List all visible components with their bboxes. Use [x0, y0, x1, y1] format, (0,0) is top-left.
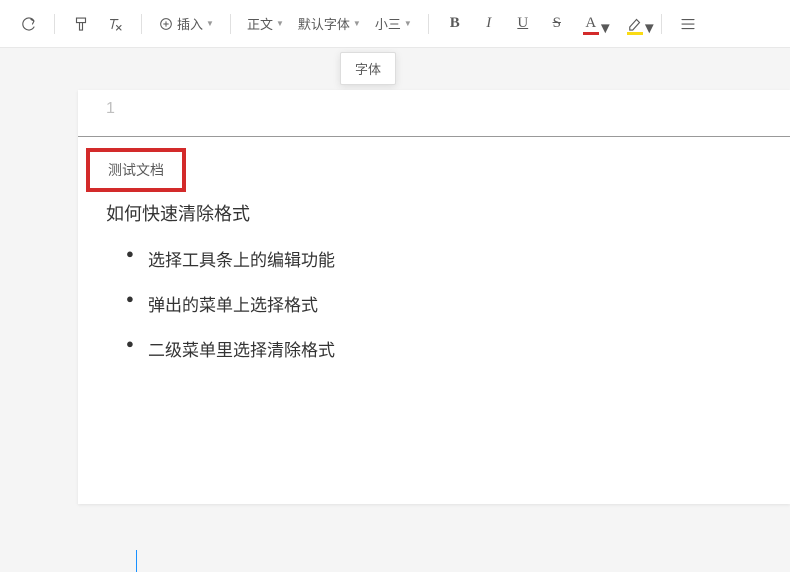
redo-button[interactable] — [12, 8, 44, 40]
underline-button[interactable]: U — [507, 8, 539, 40]
highlight-color-indicator — [627, 32, 643, 35]
toolbar: 插入 ▼ 正文 ▼ 默认字体 ▼ 小三 ▼ B I U S A ▼ ▼ — [0, 0, 790, 48]
text-cursor — [136, 550, 137, 572]
bold-button[interactable]: B — [439, 8, 471, 40]
tooltip: 字体 — [340, 52, 396, 85]
content-heading: 如何快速清除格式 — [106, 200, 770, 226]
font-size-dropdown[interactable]: 小三 ▼ — [369, 8, 418, 40]
clear-format-button[interactable] — [99, 8, 131, 40]
insert-dropdown[interactable]: 插入 ▼ — [152, 8, 220, 40]
italic-button[interactable]: I — [473, 8, 505, 40]
document-content[interactable]: 如何快速清除格式 选择工具条上的编辑功能 弹出的菜单上选择格式 二级菜单里选择清… — [106, 200, 770, 381]
list-item: 选择工具条上的编辑功能 — [126, 246, 770, 271]
caret-down-icon: ▼ — [353, 19, 361, 28]
separator — [428, 14, 429, 34]
bullet-list: 选择工具条上的编辑功能 弹出的菜单上选择格式 二级菜单里选择清除格式 — [106, 246, 770, 361]
caret-down-icon: ▼ — [276, 19, 284, 28]
paragraph-style-dropdown[interactable]: 正文 ▼ — [241, 8, 290, 40]
strikethrough-button[interactable]: S — [541, 8, 573, 40]
font-color-indicator — [583, 32, 599, 35]
font-color-button[interactable]: A ▼ — [575, 8, 607, 40]
highlight-color-button[interactable]: ▼ — [619, 8, 651, 40]
document-title-tab: 测试文档 — [86, 148, 186, 192]
list-item: 二级菜单里选择清除格式 — [126, 336, 770, 361]
font-family-dropdown[interactable]: 默认字体 ▼ — [292, 8, 367, 40]
document-page[interactable]: 1 测试文档 如何快速清除格式 选择工具条上的编辑功能 弹出的菜单上选择格式 二… — [78, 90, 790, 504]
align-button[interactable] — [672, 8, 704, 40]
caret-down-icon: ▼ — [598, 20, 613, 37]
style-label: 正文 — [247, 14, 273, 33]
separator — [54, 14, 55, 34]
separator — [661, 14, 662, 34]
caret-down-icon: ▼ — [206, 19, 214, 28]
font-label: 默认字体 — [298, 14, 350, 33]
size-label: 小三 — [375, 14, 401, 33]
format-painter-button[interactable] — [65, 8, 97, 40]
ruler — [78, 136, 790, 137]
caret-down-icon: ▼ — [642, 20, 657, 37]
separator — [141, 14, 142, 34]
font-color-letter: A — [585, 15, 596, 32]
caret-down-icon: ▼ — [404, 19, 412, 28]
insert-label: 插入 — [177, 14, 203, 33]
separator — [230, 14, 231, 34]
list-item: 弹出的菜单上选择格式 — [126, 291, 770, 316]
page-number: 1 — [106, 100, 115, 118]
